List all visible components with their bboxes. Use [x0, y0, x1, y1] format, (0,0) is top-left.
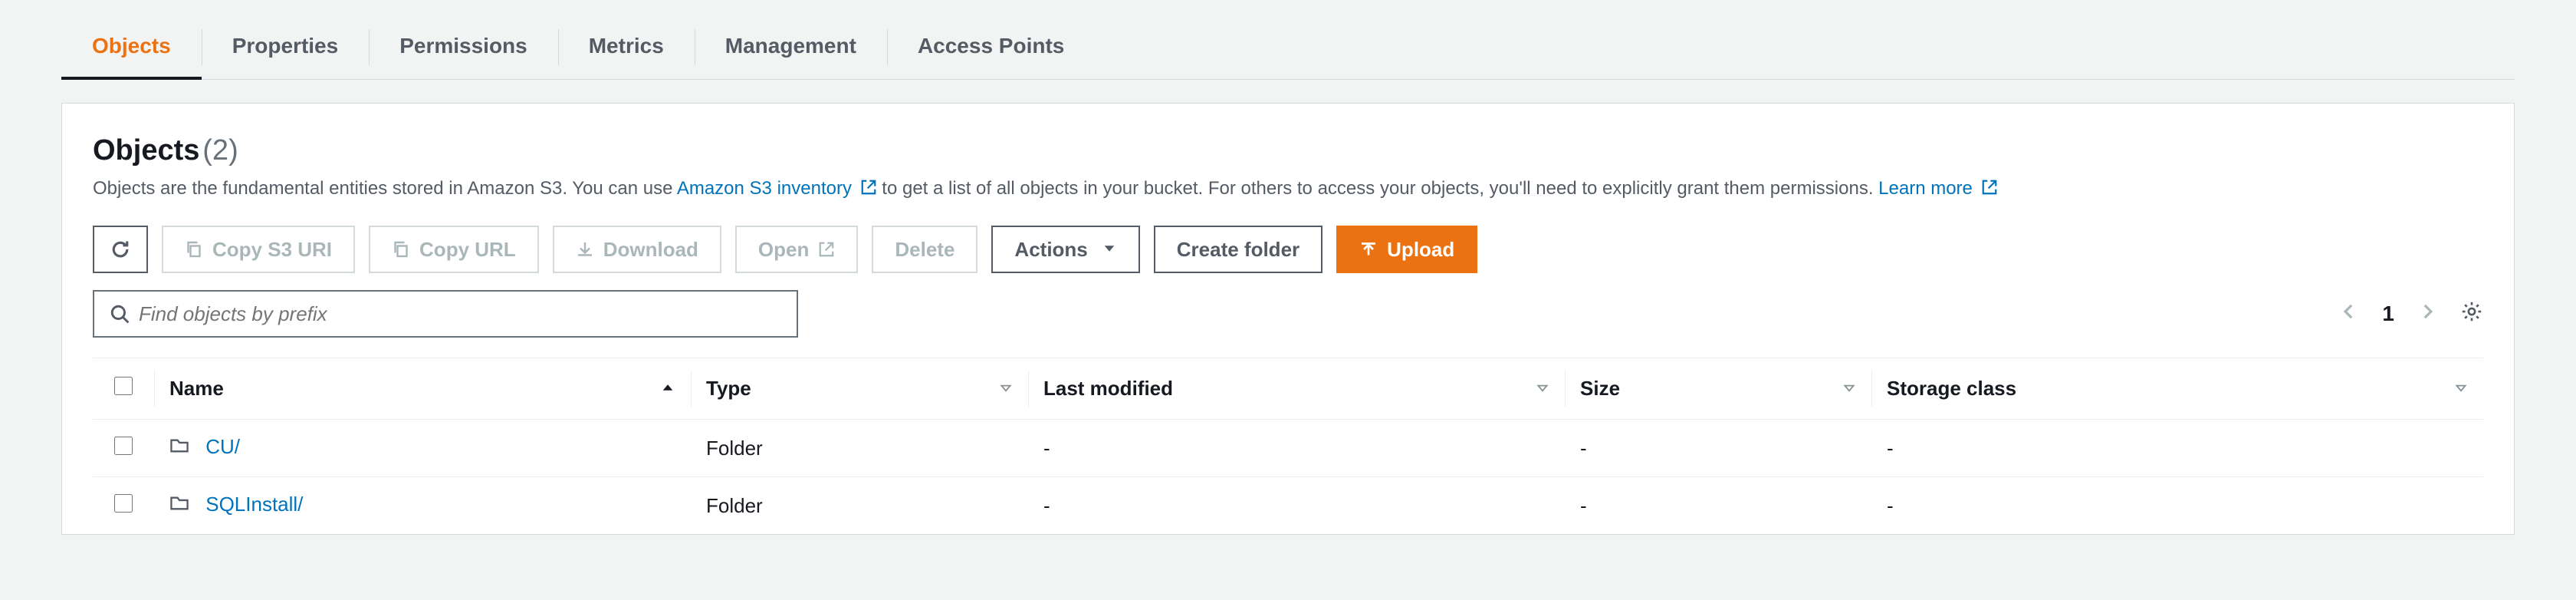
panel-description: Objects are the fundamental entities sto… [93, 175, 2483, 204]
copy-s3-uri-label: Copy S3 URI [212, 238, 332, 262]
desc-text-1: Objects are the fundamental entities sto… [93, 178, 677, 199]
learn-more-link[interactable]: Learn more [1878, 178, 1997, 199]
column-storage-class-label: Storage class [1887, 377, 2016, 400]
filter-icon [1536, 377, 1549, 401]
column-last-modified-label: Last modified [1043, 377, 1173, 400]
search-input[interactable] [139, 302, 781, 326]
tab-metrics[interactable]: Metrics [558, 15, 695, 79]
download-icon [576, 240, 594, 259]
filter-icon [999, 377, 1013, 401]
column-size-label: Size [1580, 377, 1620, 400]
cell-last-modified: - [1028, 477, 1565, 535]
column-last-modified[interactable]: Last modified [1028, 358, 1565, 420]
cell-storage-class: - [1871, 477, 2483, 535]
object-count: (2) [202, 134, 238, 166]
objects-panel: Objects (2) Objects are the fundamental … [61, 103, 2515, 535]
caret-down-icon [1102, 238, 1117, 262]
tabs: Objects Properties Permissions Metrics M… [61, 15, 2515, 80]
external-link-icon [818, 241, 835, 258]
table-row: CU/ Folder - - - [93, 420, 2483, 477]
copy-icon [185, 240, 203, 259]
cell-type: Folder [691, 477, 1028, 535]
row-checkbox[interactable] [114, 494, 133, 513]
tab-properties[interactable]: Properties [202, 15, 370, 79]
object-link[interactable]: CU/ [205, 435, 240, 458]
delete-button[interactable]: Delete [872, 226, 978, 273]
search-row: 1 [93, 290, 2483, 338]
copy-s3-uri-button[interactable]: Copy S3 URI [162, 226, 355, 273]
column-storage-class[interactable]: Storage class [1871, 358, 2483, 420]
upload-label: Upload [1387, 238, 1454, 262]
filter-icon [1842, 377, 1856, 401]
open-label: Open [758, 238, 809, 262]
delete-label: Delete [895, 238, 955, 262]
panel-header: Objects (2) [93, 134, 2483, 167]
download-label: Download [603, 238, 698, 262]
table-row: SQLInstall/ Folder - - - [93, 477, 2483, 535]
open-button[interactable]: Open [735, 226, 858, 273]
refresh-icon [110, 239, 131, 260]
upload-button[interactable]: Upload [1336, 226, 1477, 273]
cell-size: - [1565, 420, 1871, 477]
create-folder-button[interactable]: Create folder [1154, 226, 1322, 273]
column-type-label: Type [706, 377, 751, 400]
column-size[interactable]: Size [1565, 358, 1871, 420]
cell-last-modified: - [1028, 420, 1565, 477]
create-folder-label: Create folder [1177, 238, 1300, 262]
copy-icon [392, 240, 410, 259]
tab-management[interactable]: Management [695, 15, 887, 79]
tab-objects[interactable]: Objects [61, 15, 202, 80]
select-all-header [93, 358, 154, 420]
copy-url-label: Copy URL [419, 238, 516, 262]
external-link-icon [860, 176, 877, 204]
column-name-label: Name [169, 377, 224, 400]
folder-icon [169, 495, 195, 518]
download-button[interactable]: Download [553, 226, 721, 273]
page-number: 1 [2382, 302, 2394, 326]
actions-button[interactable]: Actions [991, 226, 1139, 273]
search-box[interactable] [93, 290, 798, 338]
desc-text-2: to get a list of all objects in your buc… [882, 178, 1878, 199]
prev-page-button[interactable] [2339, 302, 2359, 327]
tab-access-points[interactable]: Access Points [887, 15, 1095, 79]
tab-permissions[interactable]: Permissions [369, 15, 558, 79]
column-name[interactable]: Name [154, 358, 691, 420]
gear-icon [2460, 300, 2483, 323]
sort-asc-icon [660, 377, 675, 401]
inventory-link[interactable]: Amazon S3 inventory [677, 178, 882, 199]
actions-label: Actions [1014, 238, 1087, 262]
pagination: 1 [2339, 300, 2483, 328]
cell-type: Folder [691, 420, 1028, 477]
refresh-button[interactable] [93, 226, 148, 273]
inventory-link-text: Amazon S3 inventory [677, 178, 852, 199]
upload-icon [1359, 240, 1378, 259]
settings-button[interactable] [2460, 300, 2483, 328]
select-all-checkbox[interactable] [114, 377, 133, 395]
next-page-button[interactable] [2417, 302, 2437, 327]
column-type[interactable]: Type [691, 358, 1028, 420]
folder-icon [169, 437, 195, 460]
filter-icon [2454, 377, 2468, 401]
toolbar: Copy S3 URI Copy URL Download Open [93, 226, 2483, 273]
learn-more-text: Learn more [1878, 178, 1973, 199]
objects-table: Name Type Last modified [93, 358, 2483, 534]
external-link-icon [1981, 176, 1998, 204]
cell-size: - [1565, 477, 1871, 535]
cell-storage-class: - [1871, 420, 2483, 477]
search-icon [110, 304, 130, 324]
object-link[interactable]: SQLInstall/ [205, 493, 303, 516]
row-checkbox[interactable] [114, 437, 133, 455]
panel-title: Objects [93, 134, 199, 166]
copy-url-button[interactable]: Copy URL [369, 226, 539, 273]
